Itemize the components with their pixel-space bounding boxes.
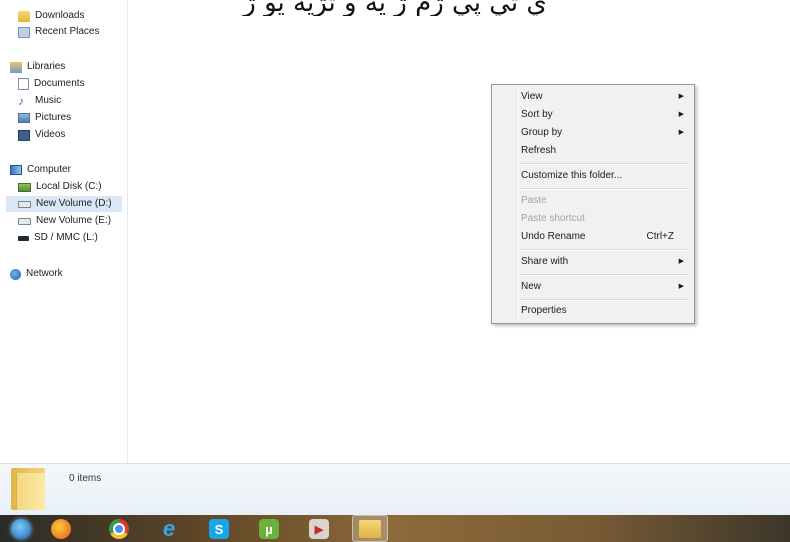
menu-separator xyxy=(520,188,688,190)
nav-item-label: Computer xyxy=(27,164,71,175)
nav-item-label: SD / MMC (L:) xyxy=(34,232,98,243)
windows-orb-icon xyxy=(11,519,31,539)
utorrent-button[interactable]: µ xyxy=(252,516,286,542)
nav-item-label: Network xyxy=(26,268,63,279)
item-count: 0 items xyxy=(69,473,102,484)
libraries-icon xyxy=(10,61,22,73)
documents-icon xyxy=(18,78,29,90)
menu-item-properties[interactable]: Properties xyxy=(494,302,690,319)
nav-item-computer[interactable]: Computer xyxy=(10,162,71,178)
nav-item-libraries[interactable]: Libraries xyxy=(10,59,65,75)
menu-item-view[interactable]: View ▶ xyxy=(494,88,690,105)
nav-item-label: Libraries xyxy=(27,61,66,72)
nav-item-new-volume-d[interactable]: New Volume (D:) xyxy=(6,196,122,212)
details-pane: 0 items xyxy=(0,463,790,516)
menu-item-undo-rename[interactable]: Undo Rename Ctrl+Z xyxy=(494,228,690,245)
skype-button[interactable]: S xyxy=(202,516,236,542)
menu-item-customize-folder[interactable]: Customize this folder... xyxy=(494,167,690,184)
submenu-arrow-icon: ▶ xyxy=(678,283,684,290)
drive-icon xyxy=(18,200,31,208)
menu-item-label: Share with xyxy=(521,256,569,267)
nav-item-label: Downloads xyxy=(35,10,85,21)
submenu-arrow-icon: ▶ xyxy=(678,111,684,118)
nav-item-videos[interactable]: Videos xyxy=(18,127,65,143)
nav-item-music[interactable]: Music xyxy=(18,93,61,109)
nav-item-network[interactable]: Network xyxy=(10,266,63,282)
menu-item-paste: Paste xyxy=(494,192,690,209)
menu-item-group-by[interactable]: Group by ▶ xyxy=(494,124,690,141)
nav-item-label: New Volume (D:) xyxy=(36,198,112,209)
computer-icon xyxy=(10,165,22,175)
media-player-button[interactable]: ▶ xyxy=(302,516,336,542)
taskbar: e S µ ▶ xyxy=(0,515,790,542)
windows-explorer-icon xyxy=(359,519,381,538)
downloads-folder-icon xyxy=(18,10,30,22)
menu-item-sort-by[interactable]: Sort by ▶ xyxy=(494,106,690,123)
nav-item-label: Recent Places xyxy=(35,26,100,37)
pictures-icon xyxy=(18,113,30,123)
utorrent-icon: µ xyxy=(259,519,279,539)
submenu-arrow-icon: ▶ xyxy=(678,129,684,136)
menu-separator xyxy=(520,249,688,251)
music-icon xyxy=(18,93,30,109)
windows-explorer-button[interactable] xyxy=(352,515,388,542)
drive-icon xyxy=(18,217,31,225)
nav-item-label: Pictures xyxy=(35,112,72,123)
menu-item-label: Undo Rename xyxy=(521,231,586,242)
menu-item-shortcut: Ctrl+Z xyxy=(646,231,675,242)
navigation-pane: Downloads Recent Places Libraries Docume… xyxy=(0,0,128,463)
folder-icon xyxy=(11,468,45,510)
menu-separator xyxy=(520,299,688,301)
network-icon xyxy=(10,268,21,280)
menu-separator xyxy=(520,163,688,165)
chrome-icon xyxy=(109,519,129,539)
menu-separator xyxy=(520,274,688,276)
menu-item-new[interactable]: New ▶ xyxy=(494,278,690,295)
firefox-icon xyxy=(51,519,71,539)
menu-item-label: Paste xyxy=(521,195,547,206)
menu-item-label: Customize this folder... xyxy=(521,170,623,181)
menu-item-label: Properties xyxy=(521,305,567,316)
menu-item-label: Group by xyxy=(521,127,563,138)
menu-item-label: Paste shortcut xyxy=(521,213,585,224)
nav-item-recent-places[interactable]: Recent Places xyxy=(18,24,99,40)
nav-item-downloads[interactable]: Downloads xyxy=(18,8,84,24)
nav-item-label: New Volume (E:) xyxy=(36,215,112,226)
local-disk-icon xyxy=(18,182,31,192)
menu-item-share-with[interactable]: Share with ▶ xyxy=(494,253,690,270)
nav-item-label: Music xyxy=(35,95,62,106)
internet-explorer-button[interactable]: e xyxy=(152,516,186,542)
skype-icon: S xyxy=(209,519,229,539)
chrome-button[interactable] xyxy=(102,516,136,542)
context-menu: View ▶ Sort by ▶ Group by ▶ Refresh Cust… xyxy=(491,84,695,324)
menu-item-label: New xyxy=(521,281,542,292)
start-button[interactable] xyxy=(4,516,38,542)
media-player-icon: ▶ xyxy=(309,519,329,539)
nav-item-documents[interactable]: Documents xyxy=(18,76,85,92)
nav-item-pictures[interactable]: Pictures xyxy=(18,110,71,126)
submenu-arrow-icon: ▶ xyxy=(678,258,684,265)
nav-item-label: Documents xyxy=(34,78,85,89)
videos-icon xyxy=(18,129,30,141)
submenu-arrow-icon: ▶ xyxy=(678,93,684,100)
nav-item-local-disk-c[interactable]: Local Disk (C:) xyxy=(18,179,102,195)
nav-item-label: Videos xyxy=(35,129,66,140)
internet-explorer-icon: e xyxy=(162,516,176,541)
menu-item-refresh[interactable]: Refresh xyxy=(494,142,690,159)
nav-item-label: Local Disk (C:) xyxy=(36,181,102,192)
nav-item-sd-mmc-l[interactable]: SD / MMC (L:) xyxy=(18,230,98,246)
menu-item-paste-shortcut: Paste shortcut xyxy=(494,210,690,227)
nav-item-new-volume-e[interactable]: New Volume (E:) xyxy=(18,213,111,229)
menu-item-label: Sort by xyxy=(521,109,553,120)
menu-item-label: View xyxy=(521,91,543,102)
recent-places-icon xyxy=(18,26,30,38)
firefox-button[interactable] xyxy=(44,516,78,542)
menu-item-label: Refresh xyxy=(521,145,557,156)
sd-card-icon xyxy=(18,235,29,241)
